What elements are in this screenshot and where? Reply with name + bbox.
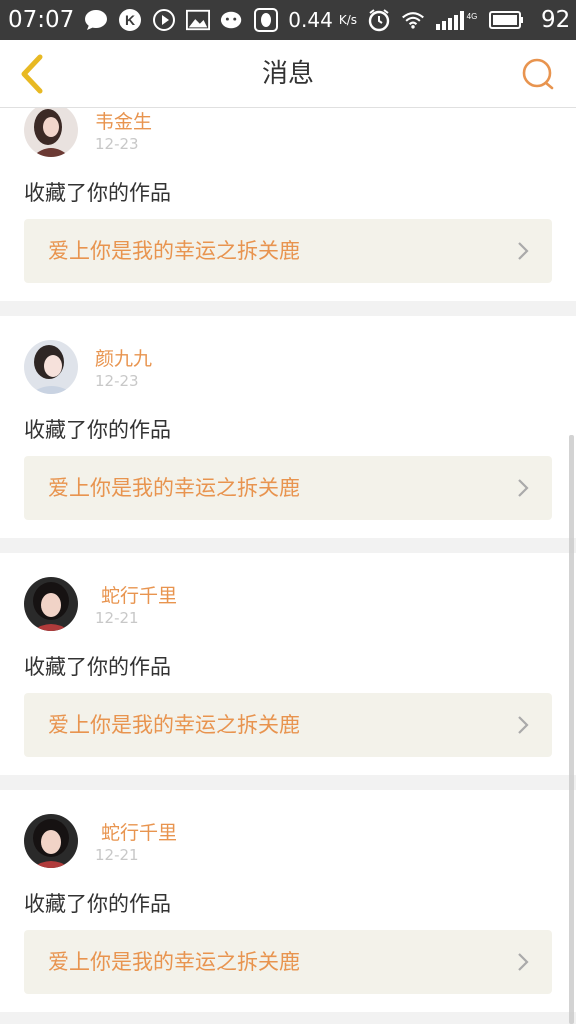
work-title: 爱上你是我的幸运之拆关鹿 [48,713,300,737]
svg-text:K: K [125,12,135,28]
work-link[interactable]: 爱上你是我的幸运之拆关鹿 [24,693,552,757]
username[interactable]: 蛇行千里 [95,818,177,845]
k-app-icon: K [118,8,142,32]
message-card[interactable]: 颜九九 12-23 收藏了你的作品 爱上你是我的幸运之拆关鹿 [0,316,576,538]
network-speed-unit: K/s [338,13,357,27]
work-link[interactable]: 爱上你是我的幸运之拆关鹿 [24,930,552,994]
chat-bubble-icon [84,8,108,32]
status-bar: 07:07 K 0.44 K/s 4G 92 [0,0,576,40]
scrollbar[interactable] [569,435,574,1024]
wechat-icon [220,8,244,32]
chevron-right-icon [518,716,529,734]
search-icon [522,58,554,90]
message-date: 12-21 [95,609,139,627]
avatar[interactable] [24,340,78,394]
message-action-text: 收藏了你的作品 [24,181,171,205]
work-title: 爱上你是我的幸运之拆关鹿 [48,950,300,974]
username[interactable]: 颜九九 [95,344,152,371]
message-action-text: 收藏了你的作品 [24,892,171,916]
message-date: 12-21 [95,846,139,864]
network-speed: 0.44 [288,8,333,32]
status-time: 07:07 [8,7,75,33]
chevron-right-icon [518,479,529,497]
message-card[interactable]: 韦金生 12-23 收藏了你的作品 爱上你是我的幸运之拆关鹿 [0,108,576,301]
signal-icon: 4G [435,8,479,32]
work-title: 爱上你是我的幸运之拆关鹿 [48,476,300,500]
network-type: 4G [467,12,478,21]
battery-level: 92 [541,7,571,33]
qq-icon [254,8,279,32]
alarm-icon [367,8,391,32]
chevron-right-icon [518,242,529,260]
avatar[interactable] [24,577,78,631]
search-button[interactable] [516,52,560,96]
play-icon [152,8,176,32]
work-title: 爱上你是我的幸运之拆关鹿 [48,239,300,263]
work-link[interactable]: 爱上你是我的幸运之拆关鹿 [24,456,552,520]
image-icon [186,8,211,32]
message-date: 12-23 [95,135,139,153]
message-card[interactable]: 蛇行千里 12-21 收藏了你的作品 爱上你是我的幸运之拆关鹿 [0,553,576,775]
message-action-text: 收藏了你的作品 [24,655,171,679]
work-link[interactable]: 爱上你是我的幸运之拆关鹿 [24,219,552,283]
page-title: 消息 [261,59,314,89]
message-action-text: 收藏了你的作品 [24,418,171,442]
battery-icon [489,8,525,32]
wifi-icon [401,8,425,32]
message-card[interactable]: 蛇行千里 12-21 收藏了你的作品 爱上你是我的幸运之拆关鹿 [0,790,576,1012]
message-date: 12-23 [95,372,139,390]
avatar[interactable] [24,814,78,868]
chevron-right-icon [518,953,529,971]
username[interactable]: 蛇行千里 [95,581,177,608]
avatar[interactable] [24,108,78,157]
message-list[interactable]: 韦金生 12-23 收藏了你的作品 爱上你是我的幸运之拆关鹿 颜九九 12-23… [0,108,576,1024]
username[interactable]: 韦金生 [95,108,152,134]
app-header: 消息 [0,40,576,108]
